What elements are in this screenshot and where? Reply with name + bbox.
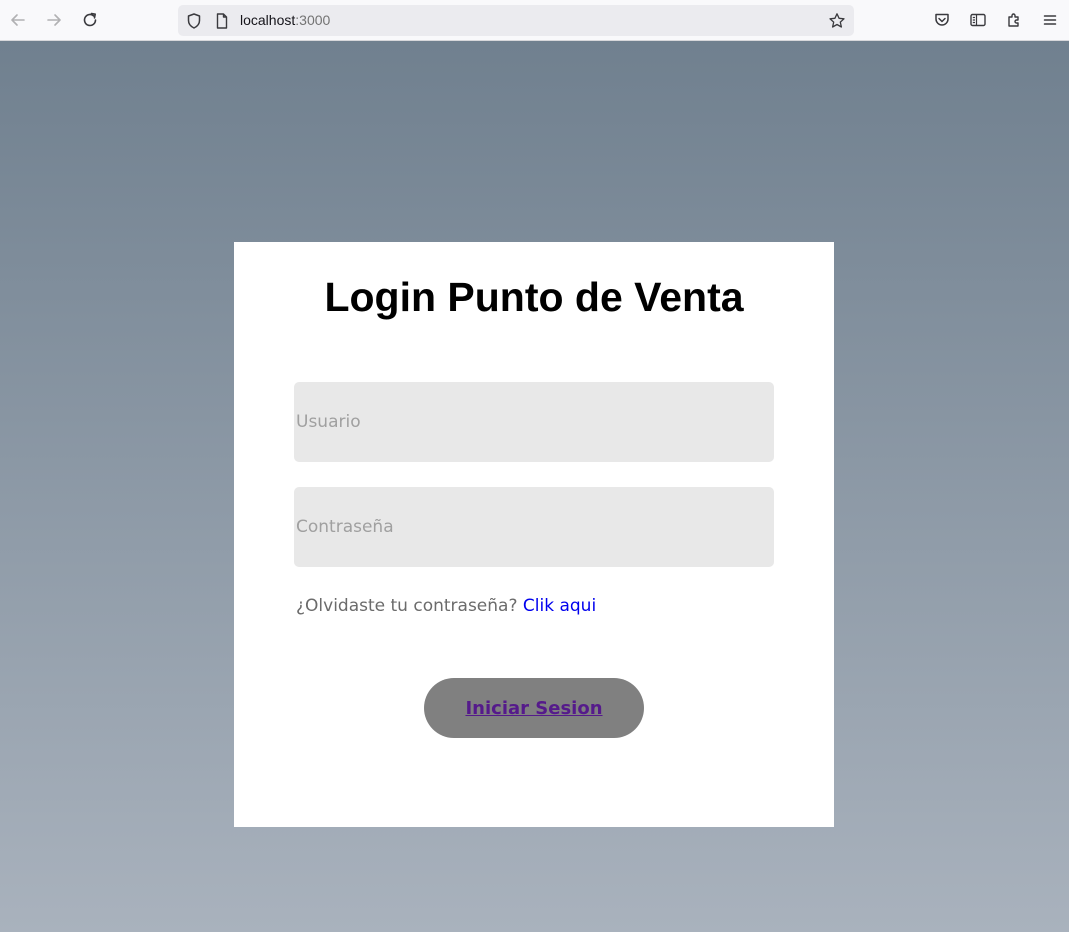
reload-icon	[83, 12, 97, 27]
back-button[interactable]	[4, 6, 32, 34]
url-host: localhost	[240, 12, 296, 28]
sidebar-icon	[970, 13, 986, 27]
arrow-right-icon	[47, 14, 61, 26]
arrow-left-icon	[11, 14, 25, 26]
forgot-password-link[interactable]: Clik aqui	[523, 596, 596, 616]
login-card: Login Punto de Venta ¿Olvidaste tu contr…	[234, 242, 834, 827]
password-input[interactable]	[294, 487, 774, 567]
reload-button[interactable]	[76, 6, 104, 34]
menu-button[interactable]	[1036, 6, 1064, 34]
url-port: :3000	[295, 12, 331, 28]
page-title: Login Punto de Venta	[324, 274, 744, 320]
url-text[interactable]: localhost:3000	[240, 12, 330, 28]
username-input[interactable]	[294, 382, 774, 462]
sidebar-button[interactable]	[964, 6, 992, 34]
login-button-label: Iniciar Sesion	[465, 697, 603, 719]
forgot-password-row: ¿Olvidaste tu contraseña? Clik aqui	[296, 596, 596, 616]
shield-icon[interactable]	[185, 12, 203, 30]
hamburger-icon	[1043, 15, 1057, 25]
forgot-password-text: ¿Olvidaste tu contraseña?	[296, 596, 518, 616]
pocket-icon	[935, 13, 949, 26]
browser-toolbar: localhost:3000	[0, 0, 1069, 41]
page-icon	[216, 13, 228, 29]
page-viewport: Login Punto de Venta ¿Olvidaste tu contr…	[0, 41, 1069, 932]
pocket-button[interactable]	[928, 6, 956, 34]
puzzle-icon	[1008, 13, 1019, 27]
forward-button[interactable]	[40, 6, 68, 34]
browser-window: localhost:3000 Login Punto de Venta Usua…	[0, 0, 1069, 932]
url-bar[interactable]: localhost:3000	[178, 5, 854, 36]
login-button[interactable]: Iniciar Sesion	[424, 678, 644, 738]
star-icon[interactable]	[828, 12, 846, 30]
extensions-button[interactable]	[1000, 6, 1028, 34]
